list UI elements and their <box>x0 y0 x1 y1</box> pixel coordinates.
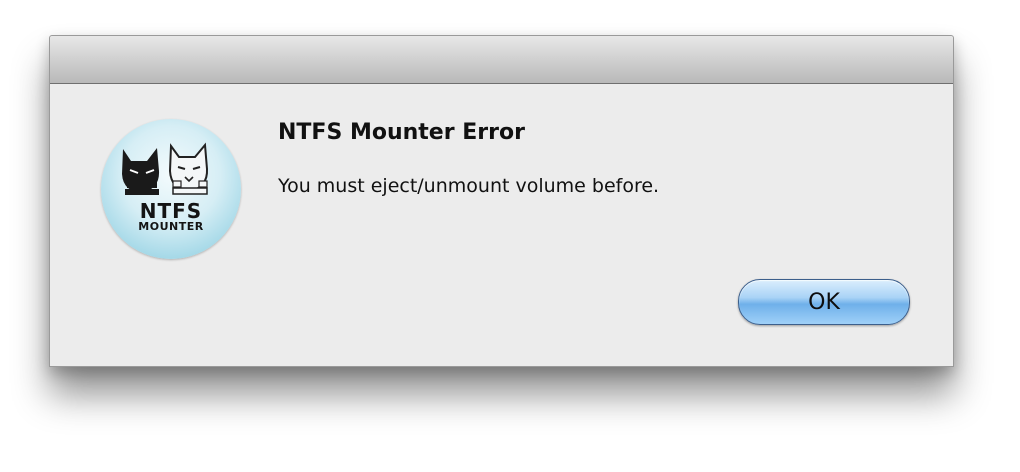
cats-icon <box>122 142 209 195</box>
dialog-titlebar[interactable] <box>50 36 953 84</box>
ok-button-label: OK <box>808 289 840 315</box>
screen: NTFS MOUNTER NTFS Mounter Error You must… <box>0 0 1020 472</box>
icon-label-mounter: MOUNTER <box>138 220 204 233</box>
dialog-message: You must eject/unmount volume before. <box>278 175 660 197</box>
app-icon: NTFS MOUNTER <box>101 119 241 259</box>
alert-dialog: NTFS MOUNTER NTFS Mounter Error You must… <box>49 35 954 367</box>
dialog-title: NTFS Mounter Error <box>278 120 525 145</box>
ok-button[interactable]: OK <box>738 279 910 325</box>
